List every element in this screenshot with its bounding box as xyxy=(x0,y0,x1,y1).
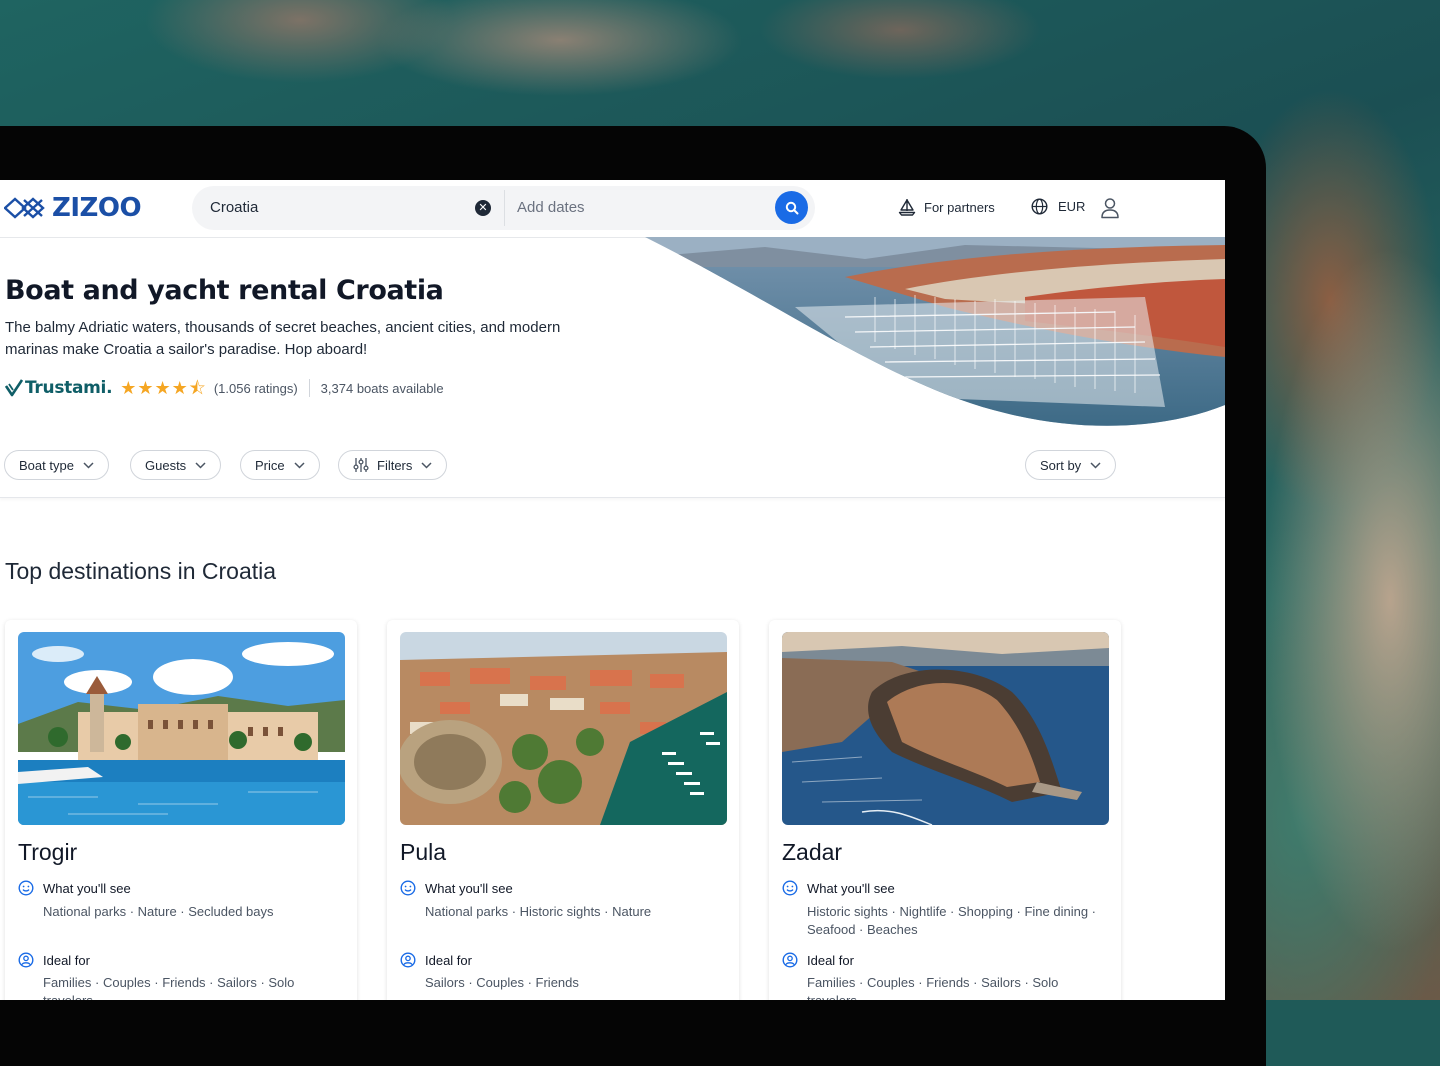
destination-title: Pula xyxy=(400,839,447,865)
search-button[interactable] xyxy=(775,191,808,224)
destination-card-zadar[interactable]: Zadar What you'll see Historic sights · … xyxy=(769,620,1121,1000)
guests-label: Guests xyxy=(145,457,187,473)
destination-input[interactable]: Croatia xyxy=(210,186,258,230)
ideal-for-label: Ideal for xyxy=(43,952,90,968)
what-youll-see-text: National parks · Nature · Secluded bays xyxy=(43,904,274,919)
what-youll-see-text: National parks · Historic sights · Natur… xyxy=(425,904,652,919)
ideal-for-text: Families · Couples · Friends · Sailors ·… xyxy=(43,975,295,1000)
search-icon xyxy=(785,201,798,214)
dates-input[interactable]: Add dates xyxy=(517,186,585,230)
guests-filter[interactable]: Guests xyxy=(130,450,222,480)
destination-card-pula[interactable]: Pula What you'll see National parks · Hi… xyxy=(387,620,739,1000)
ideal-for-label: Ideal for xyxy=(807,952,854,968)
logo-text: ZIZOO xyxy=(52,193,142,223)
star-icon: ★ xyxy=(154,378,171,398)
hero-marina-image xyxy=(645,237,1225,426)
boat-type-label: Boat type xyxy=(19,457,74,473)
rating-stars: ★ ★ ★ ★ ⯪ xyxy=(120,378,206,398)
filters-label: Filters xyxy=(377,457,413,473)
destination-image-pula xyxy=(400,632,727,825)
destination-image-zadar xyxy=(782,632,1109,825)
user-icon xyxy=(1101,198,1119,219)
ideal-for-heading: Ideal for xyxy=(782,952,854,968)
zizoo-logo-icon xyxy=(4,197,45,219)
ideal-for-label: Ideal for xyxy=(425,952,472,968)
user-circle-icon xyxy=(782,952,798,968)
what-youll-see-label: What you'll see xyxy=(807,880,895,896)
filters-bar: Boat type Guests Price Filters Sort by xyxy=(0,436,1225,498)
sliders-icon xyxy=(353,458,369,472)
what-youll-see-label: What you'll see xyxy=(43,880,131,896)
what-youll-see-label: What you'll see xyxy=(425,880,513,896)
zizoo-logo[interactable]: ZIZOO xyxy=(4,193,142,223)
price-filter[interactable]: Price xyxy=(240,450,320,480)
ideal-for-text: Families · Couples · Friends · Sailors ·… xyxy=(807,975,1059,1000)
smile-icon xyxy=(400,880,416,896)
page-title: Boat and yacht rental Croatia xyxy=(5,275,444,306)
star-icon: ★ xyxy=(137,378,154,398)
destination-title: Zadar xyxy=(782,839,843,865)
chevron-down-icon xyxy=(1090,461,1101,469)
user-circle-icon xyxy=(400,952,416,968)
chevron-down-icon xyxy=(83,461,94,469)
ideal-for-heading: Ideal for xyxy=(400,952,472,968)
boat-type-filter[interactable]: Boat type xyxy=(4,450,109,480)
search-divider xyxy=(504,190,505,226)
chevron-down-icon xyxy=(294,461,305,469)
ideal-for-text: Sailors · Couples · Friends xyxy=(425,975,579,990)
user-account-button[interactable] xyxy=(1100,197,1120,224)
for-partners-link[interactable]: For partners xyxy=(898,198,995,216)
chevron-down-icon xyxy=(421,461,432,469)
what-youll-see-heading: What you'll see xyxy=(400,880,513,896)
star-half-icon: ⯪ xyxy=(188,378,206,398)
boats-available: 3,374 boats available xyxy=(320,380,444,396)
sort-by-label: Sort by xyxy=(1040,457,1082,473)
trustami-logo[interactable]: Trustami. xyxy=(5,378,113,398)
trustami-text: Trustami. xyxy=(25,378,113,398)
sort-by-dropdown[interactable]: Sort by xyxy=(1025,450,1117,480)
chevron-down-icon xyxy=(195,461,206,469)
rating-row: Trustami. ★ ★ ★ ★ ⯪ (1.056 ratings) 3,37… xyxy=(5,377,444,399)
browser-viewport: ZIZOO Croatia ✕ Add dates For partners E… xyxy=(0,180,1225,1000)
star-icon: ★ xyxy=(171,378,188,398)
what-youll-see-heading: What you'll see xyxy=(18,880,131,896)
destination-title: Trogir xyxy=(18,839,78,865)
user-circle-icon xyxy=(18,952,34,968)
what-youll-see-text: Historic sights · Nightlife · Shopping ·… xyxy=(807,904,1097,937)
trustami-check-icon xyxy=(5,379,23,397)
sailboat-icon xyxy=(898,199,916,216)
clear-destination-button[interactable]: ✕ xyxy=(475,200,491,216)
hero-description: The balmy Adriatic waters, thousands of … xyxy=(5,319,561,358)
smile-icon xyxy=(782,880,798,896)
price-label: Price xyxy=(255,457,285,473)
destination-image-trogir xyxy=(18,632,345,825)
rating-separator xyxy=(308,379,310,397)
what-youll-see-heading: What you'll see xyxy=(782,880,895,896)
more-filters-button[interactable]: Filters xyxy=(338,450,448,480)
search-bar: Croatia ✕ Add dates xyxy=(192,186,815,230)
star-icon: ★ xyxy=(120,378,137,398)
currency-selector[interactable]: EUR xyxy=(1031,198,1085,215)
ideal-for-heading: Ideal for xyxy=(18,952,90,968)
for-partners-label: For partners xyxy=(924,199,995,215)
currency-label: EUR xyxy=(1058,199,1086,214)
rating-count[interactable]: (1.056 ratings) xyxy=(214,381,298,396)
site-header: ZIZOO Croatia ✕ Add dates For partners E… xyxy=(0,180,1225,238)
globe-icon xyxy=(1031,198,1048,215)
section-title: Top destinations in Croatia xyxy=(5,558,277,584)
smile-icon xyxy=(18,880,34,896)
destination-card-trogir[interactable]: Trogir What you'll see National parks · … xyxy=(5,620,357,1000)
